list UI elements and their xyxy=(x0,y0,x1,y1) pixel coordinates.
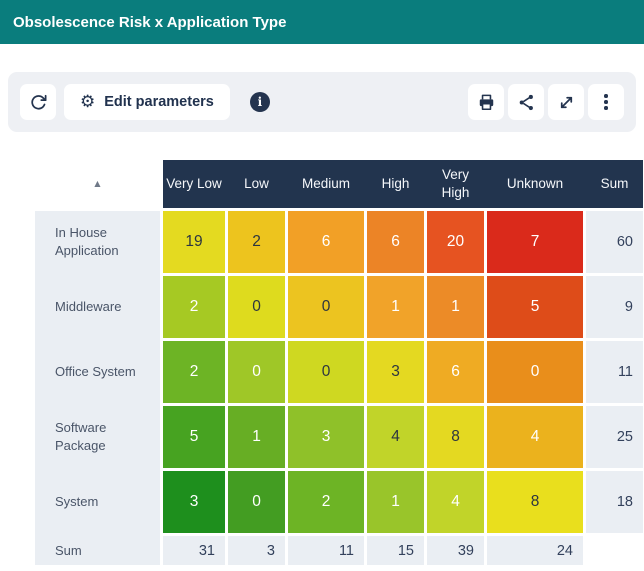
matrix-cell[interactable]: 3 xyxy=(288,406,364,468)
matrix-cell[interactable]: 1 xyxy=(228,406,285,468)
row-sum-cell: 9 xyxy=(586,276,643,338)
matrix-cell[interactable]: 1 xyxy=(427,276,484,338)
matrix-cell[interactable]: 0 xyxy=(228,341,285,403)
column-header-medium[interactable]: Medium xyxy=(288,160,364,208)
refresh-button[interactable] xyxy=(20,84,56,120)
column-sum-cell: 24 xyxy=(487,536,583,565)
edit-parameters-button[interactable]: ⚙ Edit parameters xyxy=(64,84,230,120)
row-label-middleware: Middleware xyxy=(35,276,160,338)
risk-matrix-table: ▲ Very Low Low Medium High Very High Unk… xyxy=(35,160,643,565)
row-label-office-system: Office System xyxy=(35,341,160,403)
column-sum-cell: 39 xyxy=(427,536,484,565)
matrix-cell[interactable]: 4 xyxy=(427,471,484,533)
matrix-cell[interactable]: 5 xyxy=(163,406,225,468)
row-sum-cell: 18 xyxy=(586,471,643,533)
column-sum-cell: 15 xyxy=(367,536,424,565)
matrix-cell[interactable]: 5 xyxy=(487,276,583,338)
grand-total-cell-empty xyxy=(586,536,643,565)
row-sum-cell: 25 xyxy=(586,406,643,468)
matrix-cell[interactable]: 1 xyxy=(367,276,424,338)
info-icon[interactable]: i xyxy=(250,92,270,112)
more-options-button[interactable] xyxy=(588,84,624,120)
matrix-cell[interactable]: 2 xyxy=(228,211,285,273)
matrix-cell[interactable]: 0 xyxy=(288,341,364,403)
matrix-cell[interactable]: 3 xyxy=(367,341,424,403)
column-header-sum[interactable]: Sum xyxy=(586,160,643,208)
column-sum-cell: 31 xyxy=(163,536,225,565)
row-sum-cell: 11 xyxy=(586,341,643,403)
matrix-cell[interactable]: 2 xyxy=(163,341,225,403)
info-icon-glyph: i xyxy=(258,95,263,109)
matrix-cell[interactable]: 0 xyxy=(487,341,583,403)
matrix-cell[interactable]: 6 xyxy=(367,211,424,273)
widget-title-bar: Obsolescence Risk x Application Type xyxy=(0,0,644,44)
row-label-sum: Sum xyxy=(35,536,160,565)
expand-button[interactable] xyxy=(548,84,584,120)
matrix-cell[interactable]: 0 xyxy=(288,276,364,338)
gear-icon: ⚙ xyxy=(80,94,95,111)
matrix-cell[interactable]: 2 xyxy=(288,471,364,533)
share-icon xyxy=(517,93,536,112)
matrix-cell[interactable]: 1 xyxy=(367,471,424,533)
row-label-in-house-application: In House Application xyxy=(35,211,160,273)
sort-asc-icon: ▲ xyxy=(94,180,100,188)
matrix-cell[interactable]: 7 xyxy=(487,211,583,273)
matrix-cell[interactable]: 4 xyxy=(367,406,424,468)
matrix-cell[interactable]: 20 xyxy=(427,211,484,273)
row-sum-cell: 60 xyxy=(586,211,643,273)
matrix-cell[interactable]: 2 xyxy=(163,276,225,338)
matrix-cell[interactable]: 0 xyxy=(228,276,285,338)
matrix-cell[interactable]: 4 xyxy=(487,406,583,468)
column-sum-cell: 3 xyxy=(228,536,285,565)
refresh-icon xyxy=(29,93,48,112)
column-header-low[interactable]: Low xyxy=(228,160,285,208)
column-header-very-high[interactable]: Very High xyxy=(427,160,484,208)
row-label-software-package: Software Package xyxy=(35,406,160,468)
column-header-high[interactable]: High xyxy=(367,160,424,208)
toolbar: ⚙ Edit parameters i xyxy=(8,72,636,132)
share-button[interactable] xyxy=(508,84,544,120)
matrix-cell[interactable]: 8 xyxy=(487,471,583,533)
print-icon xyxy=(477,93,496,112)
edit-parameters-label: Edit parameters xyxy=(104,94,214,110)
expand-icon xyxy=(557,93,576,112)
matrix-cell[interactable]: 6 xyxy=(288,211,364,273)
column-header-very-low[interactable]: Very Low xyxy=(163,160,225,208)
column-sum-cell: 11 xyxy=(288,536,364,565)
matrix-cell[interactable]: 19 xyxy=(163,211,225,273)
kebab-menu-icon xyxy=(604,94,608,110)
column-header-unknown[interactable]: Unknown xyxy=(487,160,583,208)
print-button[interactable] xyxy=(468,84,504,120)
matrix-cell[interactable]: 3 xyxy=(163,471,225,533)
matrix-cell[interactable]: 6 xyxy=(427,341,484,403)
toolbar-right-group xyxy=(468,84,624,120)
row-label-system: System xyxy=(35,471,160,533)
page-title: Obsolescence Risk x Application Type xyxy=(13,14,286,31)
matrix-cell[interactable]: 8 xyxy=(427,406,484,468)
matrix-corner-cell[interactable]: ▲ xyxy=(35,160,160,208)
matrix-cell[interactable]: 0 xyxy=(228,471,285,533)
